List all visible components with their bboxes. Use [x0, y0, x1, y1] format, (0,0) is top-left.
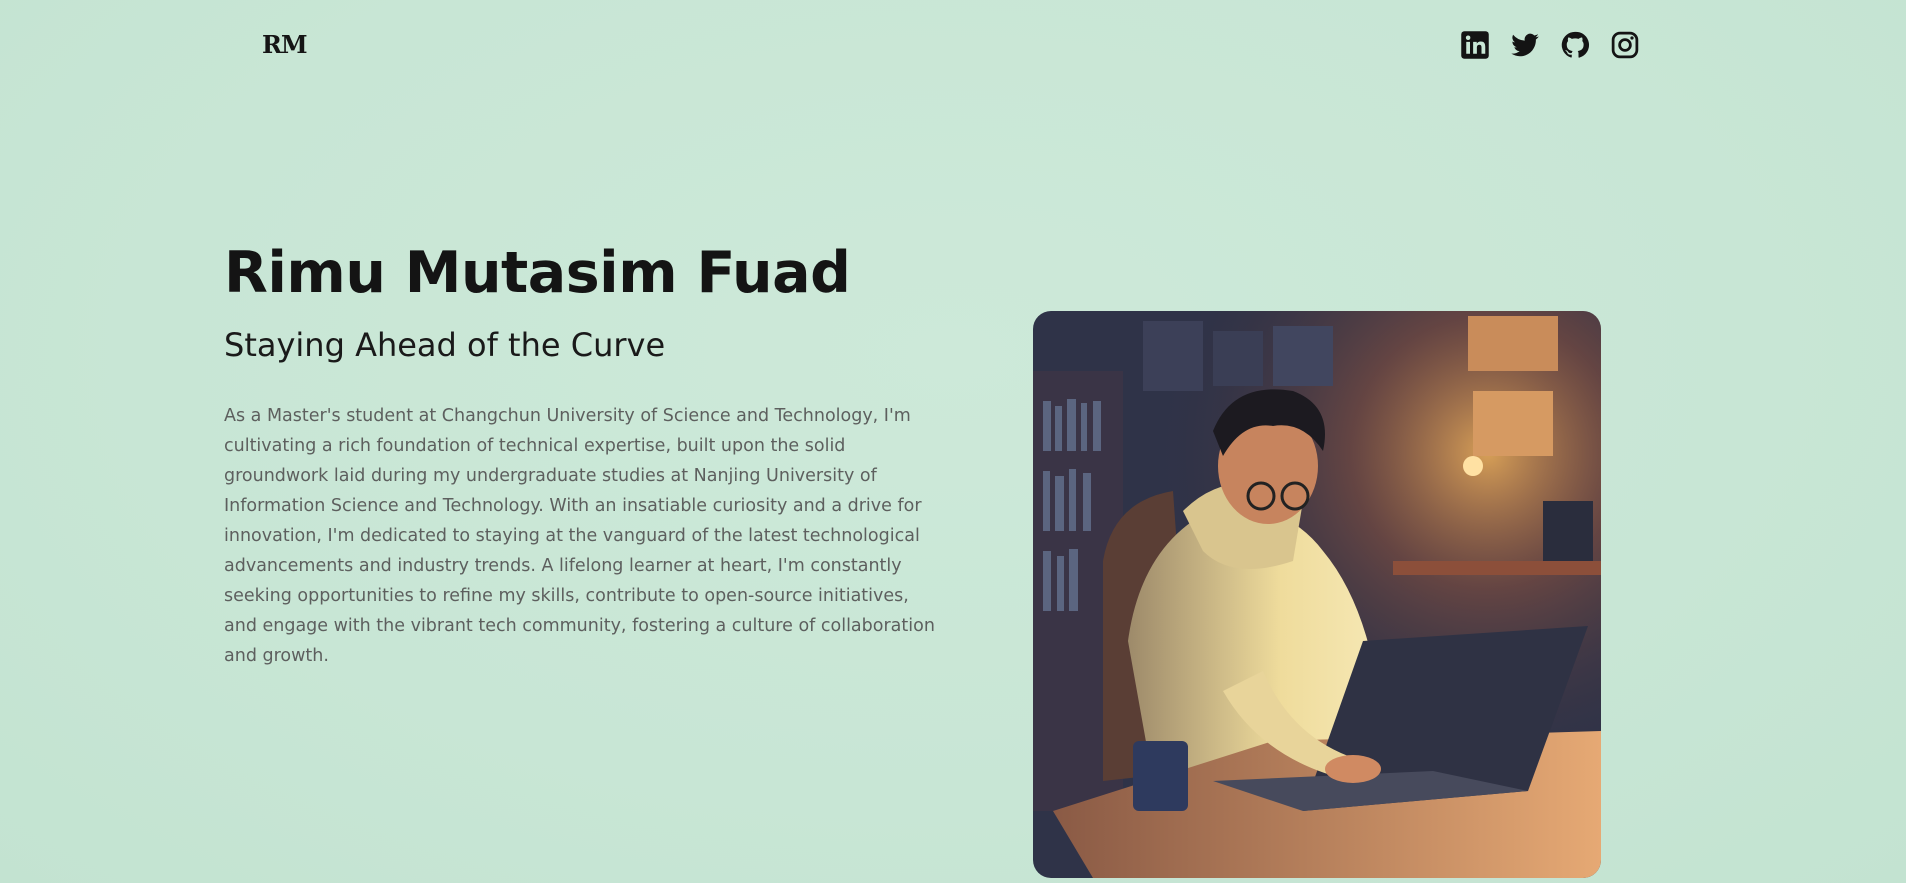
page: RM Rimu Mutasim Fuad Staying Ahead of th… — [0, 0, 1906, 883]
github-icon — [1561, 31, 1590, 58]
twitter-link[interactable] — [1510, 30, 1540, 60]
hero-illustration — [1033, 311, 1601, 878]
linkedin-link[interactable] — [1460, 30, 1490, 60]
linkedin-icon — [1461, 31, 1489, 59]
instagram-icon — [1611, 31, 1639, 59]
instagram-link[interactable] — [1610, 30, 1640, 60]
logo[interactable]: RM — [262, 30, 308, 59]
twitter-icon — [1511, 33, 1539, 57]
page-title: Rimu Mutasim Fuad — [224, 240, 851, 306]
bio-paragraph: As a Master's student at Changchun Unive… — [224, 406, 935, 666]
github-link[interactable] — [1560, 30, 1590, 60]
social-links — [1460, 30, 1640, 60]
tagline: Staying Ahead of the Curve — [224, 326, 666, 364]
